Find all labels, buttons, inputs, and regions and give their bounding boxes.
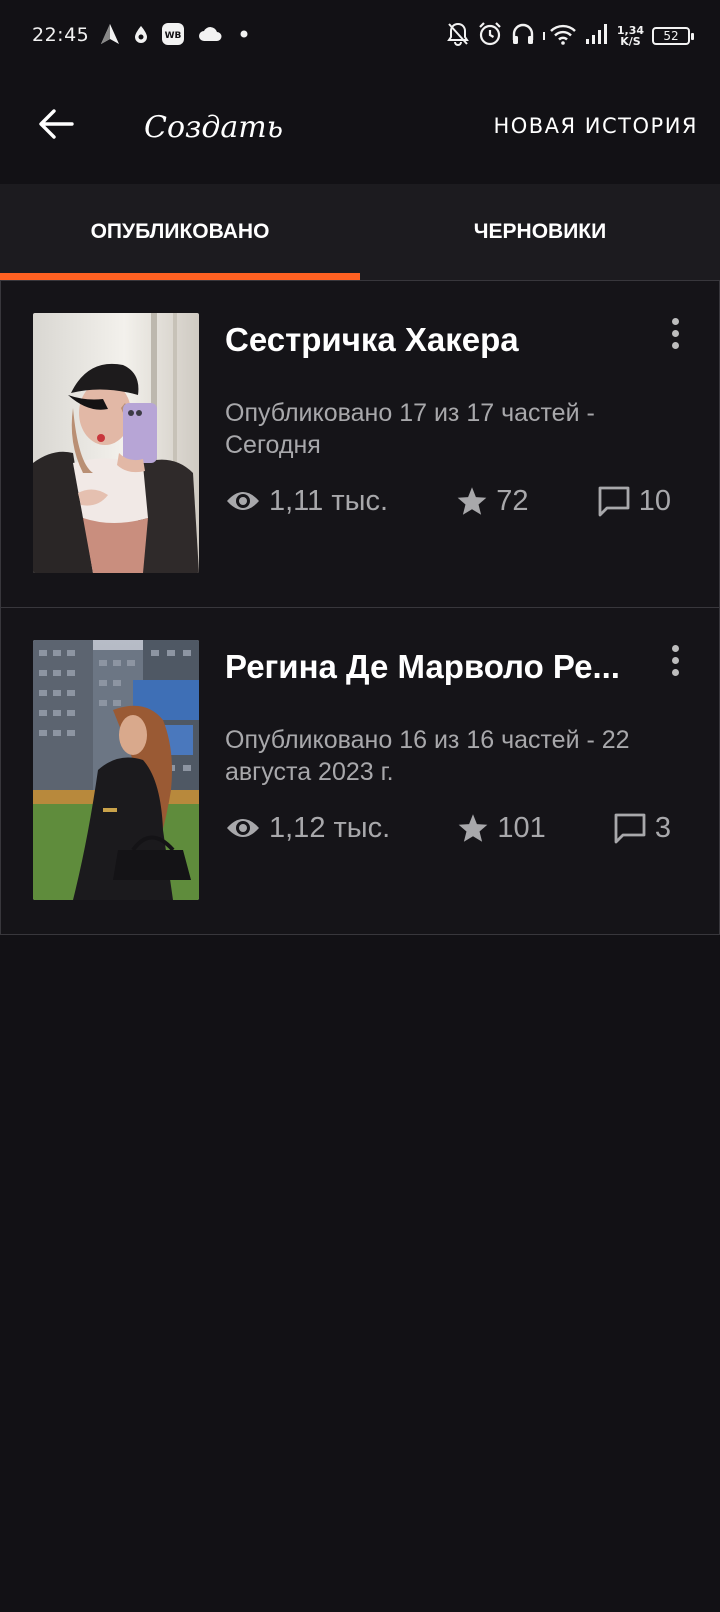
tab-drafts-label: ЧЕРНОВИКИ — [473, 220, 607, 243]
more-vertical-icon — [671, 644, 679, 652]
star-icon — [457, 813, 489, 843]
story-card[interactable]: Регина Де Марволо Ре... Опубликовано 16 … — [0, 608, 720, 935]
story-stats: 1,11 тыс. 72 10 — [225, 481, 671, 521]
wb-app-icon: WB — [162, 23, 184, 49]
drop-icon — [134, 25, 148, 47]
tab-published[interactable]: ОПУБЛИКОВАНО — [0, 184, 360, 280]
more-vertical-icon — [671, 317, 679, 325]
status-right-icons: 1,34 K/S 52 — [446, 20, 694, 52]
network-speed-unit: K/S — [620, 35, 641, 48]
story-more-button[interactable] — [663, 313, 687, 353]
navigation-icon — [100, 23, 120, 49]
headphone-battery-icon — [542, 32, 545, 40]
story-title[interactable]: Регина Де Марволо Ре... — [225, 648, 635, 686]
story-title[interactable]: Сестричка Хакера — [225, 321, 635, 359]
story-comments: 10 — [597, 485, 671, 518]
story-views: 1,12 тыс. — [225, 812, 390, 845]
story-cover-image[interactable] — [33, 313, 199, 573]
eye-icon — [225, 815, 261, 841]
back-button[interactable] — [30, 100, 82, 152]
story-publish-info: Опубликовано 17 из 17 частей - Сегодня — [225, 399, 595, 459]
battery-indicator: 52 — [652, 27, 694, 45]
views-count: 1,12 тыс. — [269, 811, 391, 844]
app-bar: Создать НОВАЯ ИСТОРИЯ — [0, 72, 720, 184]
signal-icon — [585, 23, 609, 49]
comment-icon — [597, 485, 631, 517]
story-votes: 101 — [457, 811, 546, 845]
tab-bar: ОПУБЛИКОВАНО ЧЕРНОВИКИ — [0, 184, 720, 280]
votes-count: 101 — [497, 811, 546, 844]
story-list: Сестричка Хакера Опубликовано 17 из 17 ч… — [0, 280, 720, 935]
wifi-icon — [549, 23, 577, 49]
story-cover-image[interactable] — [33, 640, 199, 900]
tab-active-indicator — [0, 273, 360, 280]
comments-count: 3 — [654, 811, 671, 844]
votes-count: 72 — [496, 484, 529, 517]
page-title: Создать — [144, 110, 284, 145]
alarm-icon — [477, 21, 503, 51]
story-votes: 72 — [456, 484, 529, 518]
arrow-left-icon — [38, 108, 74, 144]
star-icon — [456, 486, 488, 516]
tab-drafts[interactable]: ЧЕРНОВИКИ — [360, 184, 720, 280]
tab-published-label: ОПУБЛИКОВАНО — [90, 220, 270, 243]
cloud-icon — [198, 26, 222, 46]
new-story-button[interactable]: НОВАЯ ИСТОРИЯ — [493, 114, 698, 138]
comments-count: 10 — [638, 484, 671, 517]
story-stats: 1,12 тыс. 101 3 — [225, 808, 671, 848]
svg-text:WB: WB — [165, 31, 182, 41]
dot-icon — [236, 26, 252, 46]
story-publish-info: Опубликовано 16 из 16 частей - 22 август… — [225, 726, 630, 786]
story-more-button[interactable] — [663, 640, 687, 680]
status-bar: 22:45 WB 1,34 K/S 52 — [0, 0, 720, 72]
story-views: 1,11 тыс. — [225, 485, 388, 518]
views-count: 1,11 тыс. — [269, 484, 389, 517]
story-comments: 3 — [613, 812, 671, 845]
status-left-icons: WB — [100, 22, 252, 50]
story-card[interactable]: Сестричка Хакера Опубликовано 17 из 17 ч… — [0, 280, 720, 608]
headphones-icon — [511, 22, 535, 50]
eye-icon — [225, 488, 261, 514]
network-speed: 1,34 K/S — [617, 25, 644, 47]
notifications-off-icon — [446, 22, 469, 50]
comment-icon — [613, 812, 647, 844]
status-time: 22:45 — [32, 24, 90, 46]
